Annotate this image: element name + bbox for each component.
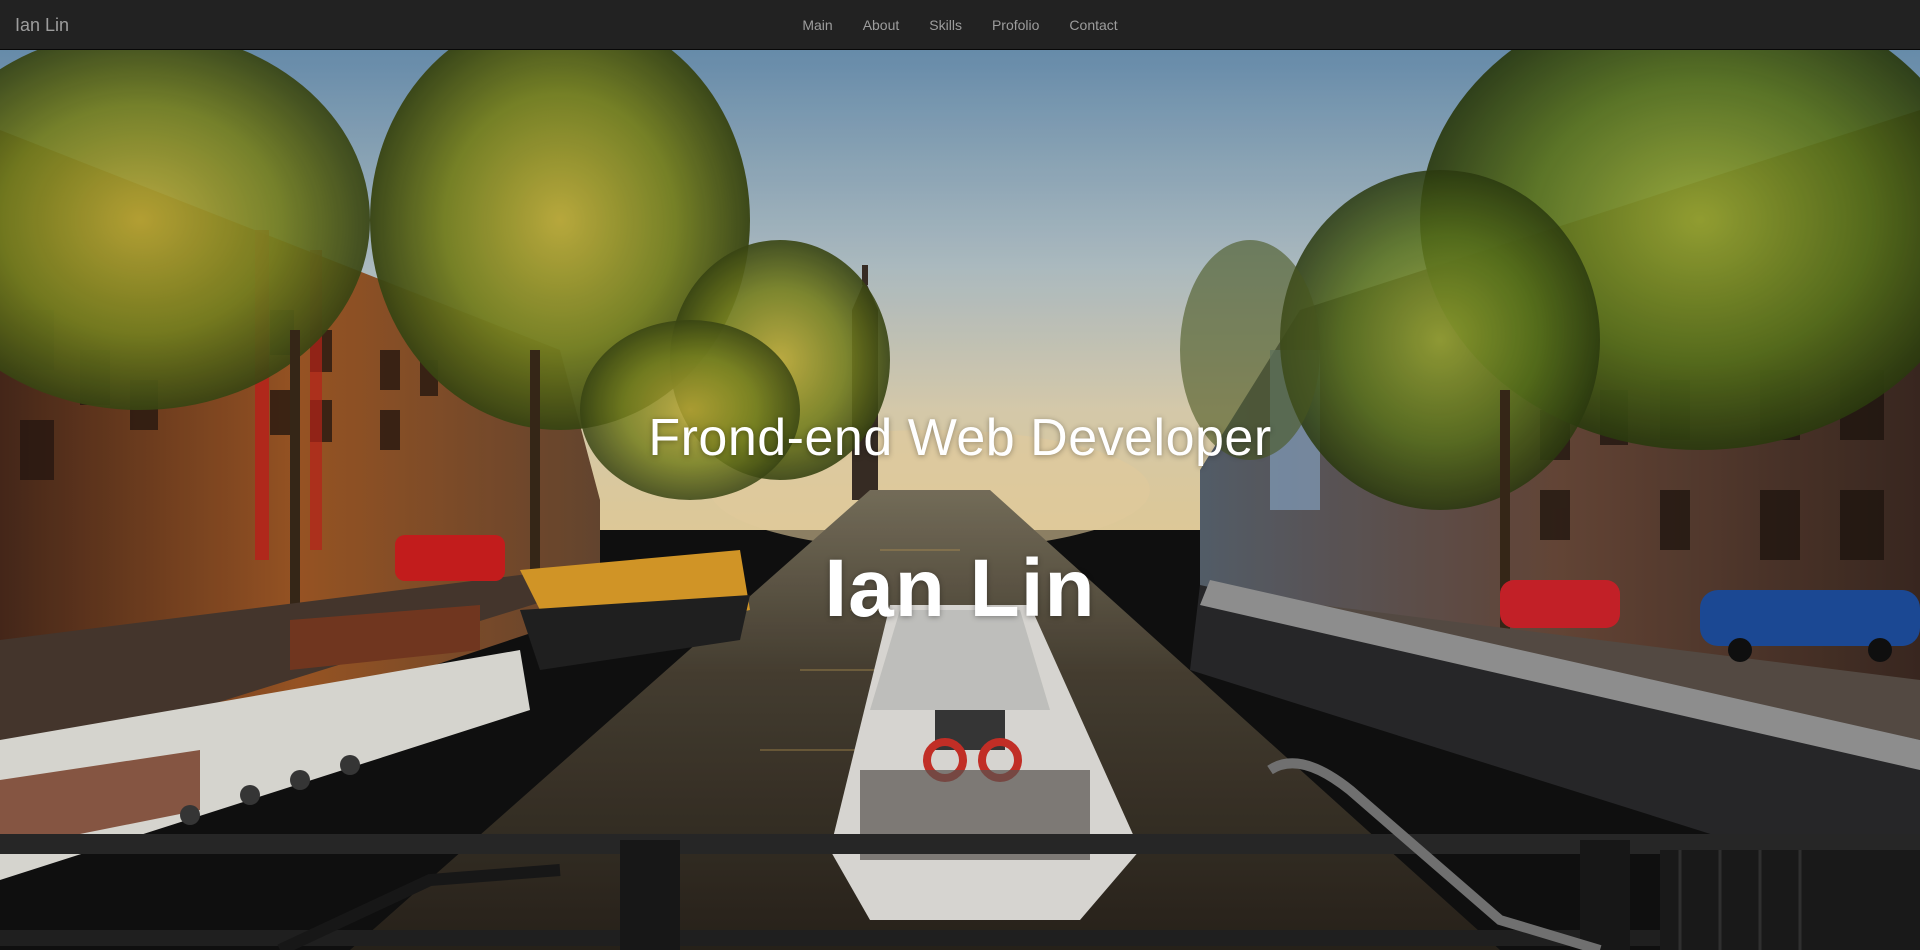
hero-title: Ian Lin — [824, 543, 1096, 634]
nav-menu: Main About Skills Profolio Contact — [0, 0, 1920, 50]
hero-background-image — [0, 50, 1920, 950]
nav-item-about[interactable]: About — [848, 0, 915, 50]
hero-section: Frond-end Web Developer Ian Lin — [0, 50, 1920, 950]
hero-subtitle: Frond-end Web Developer — [648, 409, 1272, 467]
nav-item-main[interactable]: Main — [787, 0, 847, 50]
top-navbar: Ian Lin Main About Skills Profolio Conta… — [0, 0, 1920, 50]
nav-item-profolio[interactable]: Profolio — [977, 0, 1054, 50]
nav-item-skills[interactable]: Skills — [914, 0, 977, 50]
nav-item-contact[interactable]: Contact — [1054, 0, 1132, 50]
